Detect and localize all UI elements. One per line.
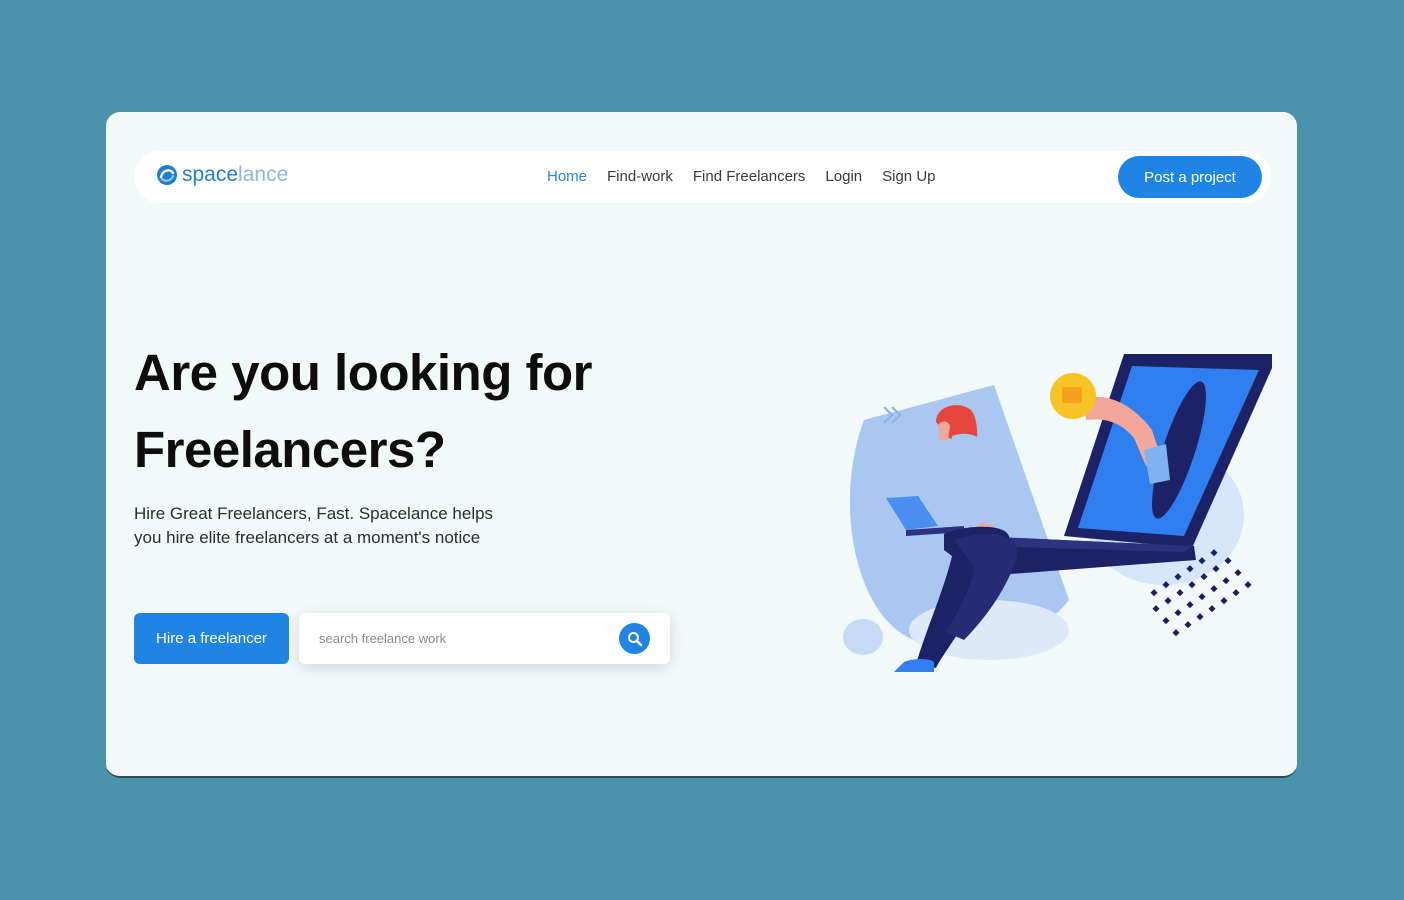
nav-links: Home Find-work Find Freelancers Login Si… [547,168,936,185]
nav-link-home[interactable]: Home [547,168,587,185]
brand-logo[interactable]: space lance [156,163,288,187]
hero-subtext-line2: you hire elite freelancers at a moment's… [134,528,481,547]
nav-link-find-freelancers[interactable]: Find Freelancers [693,168,806,185]
nav-link-login[interactable]: Login [825,168,862,185]
hero-illustration [843,354,1272,672]
nav-link-find-work[interactable]: Find-work [607,168,673,185]
hero-headline: Are you looking for Freelancers? [134,334,734,488]
nav-link-sign-up[interactable]: Sign Up [882,168,935,185]
coin-center [1062,387,1082,403]
search-button[interactable] [619,623,650,654]
search-box [299,613,670,664]
hero-headline-line1: Are you looking for [134,344,593,401]
person-shoe [894,659,934,672]
logo-swirl-icon [157,165,177,185]
search-input[interactable] [319,627,599,649]
person-face [938,421,950,440]
search-icon [627,631,642,646]
hero-headline-line2: Freelancers? [134,421,446,478]
post-project-button[interactable]: Post a project [1118,156,1262,198]
hero-subtext-line1: Hire Great Freelancers, Fast. Spacelance… [134,504,494,523]
landing-card: space lance Home Find-work Find Freelance… [106,112,1297,778]
brand-name-secondary: lance [238,163,289,186]
brand-name-primary: space [182,163,239,186]
hero-subtext: Hire Great Freelancers, Fast. Spacelance… [134,502,554,550]
navbar: space lance Home Find-work Find Freelance… [134,151,1271,203]
hire-freelancer-button[interactable]: Hire a freelancer [134,613,289,664]
bg-blob-small [843,619,883,655]
